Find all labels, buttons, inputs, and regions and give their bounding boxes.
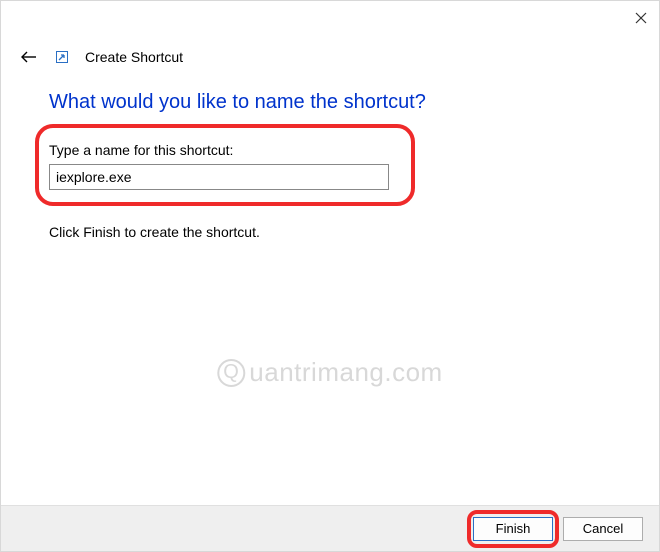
shortcut-name-group: Type a name for this shortcut: bbox=[49, 142, 611, 190]
watermark: Q uantrimang.com bbox=[217, 357, 442, 388]
cancel-button[interactable]: Cancel bbox=[563, 517, 643, 541]
instruction-text: Click Finish to create the shortcut. bbox=[49, 224, 611, 240]
titlebar bbox=[1, 1, 659, 35]
shortcut-name-label: Type a name for this shortcut: bbox=[49, 142, 611, 158]
create-shortcut-wizard: Create Shortcut What would you like to n… bbox=[0, 0, 660, 552]
finish-button-wrap: Finish bbox=[473, 517, 553, 541]
wizard-title: Create Shortcut bbox=[85, 49, 183, 65]
page-heading: What would you like to name the shortcut… bbox=[49, 91, 611, 114]
close-icon[interactable] bbox=[629, 6, 653, 30]
watermark-text: uantrimang.com bbox=[249, 357, 442, 388]
shortcut-overlay-icon bbox=[55, 50, 69, 64]
wizard-header: Create Shortcut bbox=[1, 35, 659, 77]
watermark-q-icon: Q bbox=[217, 359, 245, 387]
wizard-content: What would you like to name the shortcut… bbox=[1, 77, 659, 505]
back-arrow-icon[interactable] bbox=[19, 47, 39, 67]
shortcut-name-input[interactable] bbox=[49, 164, 389, 190]
wizard-footer: Finish Cancel bbox=[1, 505, 659, 551]
finish-button[interactable]: Finish bbox=[473, 517, 553, 541]
